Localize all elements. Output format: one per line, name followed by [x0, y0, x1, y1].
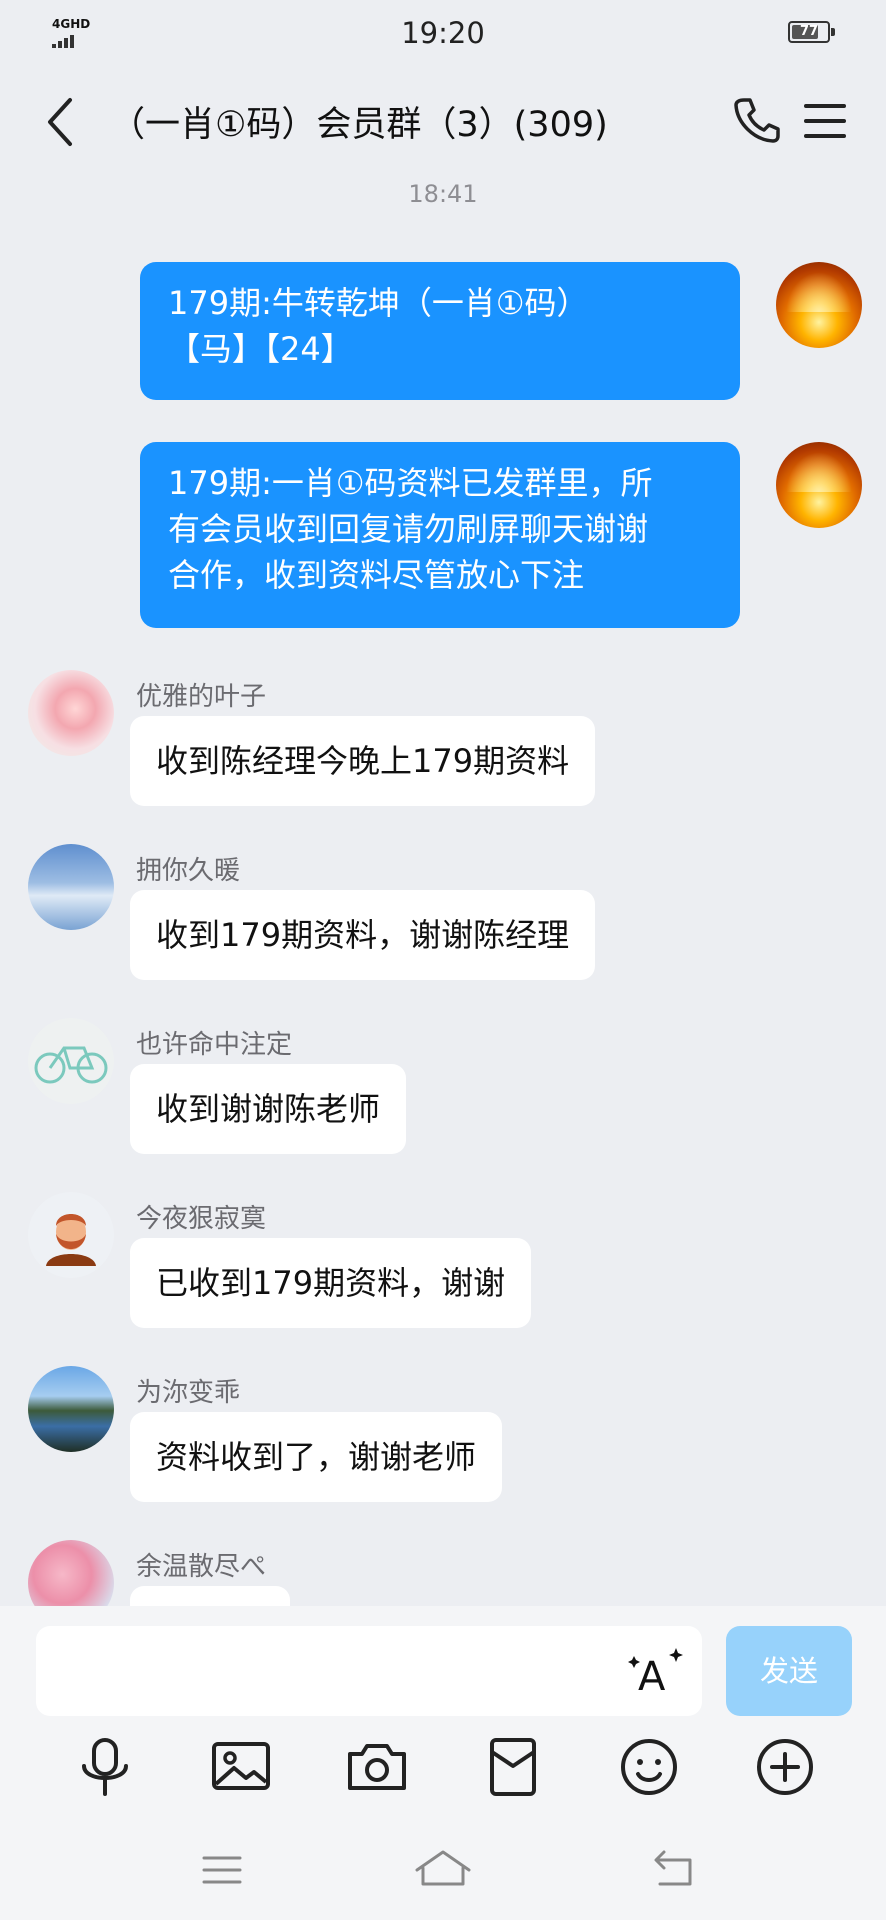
- red-packet-icon: [490, 1738, 536, 1796]
- battery-tip: [831, 28, 835, 36]
- message-line: 【马】【24】: [168, 330, 353, 368]
- emoji-icon: [621, 1739, 677, 1795]
- nav-back-button[interactable]: [644, 1840, 704, 1900]
- incoming-message-bubble[interactable]: 已收到179期资料，谢谢: [130, 1238, 532, 1328]
- svg-text:A: A: [638, 1654, 666, 1700]
- chat-header: （一肖①码）会员群（3）(309): [0, 66, 886, 176]
- voice-button[interactable]: [72, 1734, 138, 1800]
- sender-name: 为沵变乖: [136, 1378, 241, 1408]
- avatar[interactable]: [28, 844, 114, 930]
- call-button[interactable]: [730, 94, 782, 146]
- camera-icon: [348, 1744, 406, 1790]
- system-nav-bar: [0, 1820, 886, 1920]
- sender-name: 也许命中注定: [136, 1030, 293, 1060]
- incoming-message-bubble[interactable]: 收到谢谢陈老师: [130, 1064, 407, 1154]
- battery-icon: 77: [788, 21, 830, 43]
- send-button[interactable]: 发送: [726, 1626, 852, 1716]
- hamburger-menu-icon: [804, 104, 846, 138]
- back-button[interactable]: [40, 94, 84, 150]
- message-text: 收到谢谢陈老师: [156, 1090, 381, 1128]
- message-text: 收到179期资料，谢谢陈经理: [156, 916, 570, 954]
- image-icon: [212, 1742, 270, 1790]
- message-line: 179期:一肖①码资料已发群里，所: [168, 464, 653, 502]
- avatar[interactable]: [28, 1192, 114, 1278]
- my-avatar[interactable]: [776, 442, 862, 528]
- message-text: 已收到179期资料，谢谢: [156, 1264, 506, 1302]
- phone-icon: [734, 98, 780, 143]
- back-nav-icon: [654, 1850, 692, 1886]
- message-line: 179期:牛转乾坤（一肖①码）: [168, 284, 589, 322]
- status-time: 19:20: [401, 16, 485, 50]
- home-nav-icon: [415, 1850, 471, 1886]
- avatar[interactable]: [28, 1018, 114, 1104]
- sender-name: 优雅的叶子: [136, 682, 267, 712]
- incoming-message-bubble[interactable]: [130, 1586, 290, 1606]
- emoji-button[interactable]: [616, 1734, 682, 1800]
- sender-name: 余温散尽ぺ: [136, 1552, 267, 1582]
- message-input[interactable]: [36, 1626, 702, 1716]
- message-text: 收到陈经理今晚上179期资料: [156, 742, 570, 780]
- plus-icon: [757, 1739, 813, 1795]
- camera-button[interactable]: [344, 1734, 410, 1800]
- sender-name: 今夜狠寂寞: [136, 1204, 267, 1234]
- menu-button[interactable]: [800, 96, 850, 146]
- more-button[interactable]: [752, 1734, 818, 1800]
- outgoing-message-bubble[interactable]: 179期:一肖①码资料已发群里，所 有会员收到回复请勿刷屏聊天谢谢 合作，收到资…: [140, 442, 740, 628]
- status-bar: 4GHD 19:20 77: [0, 0, 886, 66]
- avatar[interactable]: [28, 670, 114, 756]
- chat-messages[interactable]: 18:41 179期:牛转乾坤（一肖①码） 【马】【24】 179期:一肖①码资…: [0, 176, 886, 1606]
- menu-nav-icon: [202, 1856, 242, 1884]
- image-button[interactable]: [208, 1734, 274, 1800]
- red-packet-button[interactable]: [480, 1734, 546, 1800]
- outgoing-message-bubble[interactable]: 179期:牛转乾坤（一肖①码） 【马】【24】: [140, 262, 740, 400]
- incoming-message-bubble[interactable]: 收到陈经理今晚上179期资料: [130, 716, 596, 806]
- font-style-icon: A: [628, 1648, 683, 1700]
- nav-home-button[interactable]: [413, 1840, 473, 1900]
- incoming-message-bubble[interactable]: 资料收到了，谢谢老师: [130, 1412, 503, 1502]
- battery-level: 77: [799, 24, 819, 39]
- sender-name: 拥你久暖: [136, 856, 241, 886]
- avatar[interactable]: [28, 1366, 114, 1452]
- microphone-icon: [82, 1738, 128, 1796]
- message-line: 有会员收到回复请勿刷屏聊天谢谢: [168, 510, 649, 548]
- my-avatar[interactable]: [776, 262, 862, 348]
- message-timestamp: 18:41: [408, 180, 478, 208]
- bicycle-icon: [34, 1046, 108, 1084]
- message-line: 合作，收到资料尽管放心下注: [168, 556, 585, 594]
- chat-title: （一肖①码）会员群（3）(309): [110, 105, 608, 145]
- nav-menu-button[interactable]: [192, 1840, 252, 1900]
- avatar[interactable]: [28, 1540, 114, 1606]
- message-text: 资料收到了，谢谢老师: [156, 1438, 477, 1476]
- chevron-left-icon: [48, 98, 72, 146]
- font-style-button[interactable]: A: [626, 1644, 686, 1700]
- incoming-message-bubble[interactable]: 收到179期资料，谢谢陈经理: [130, 890, 596, 980]
- man-avatar-icon: [46, 1214, 96, 1266]
